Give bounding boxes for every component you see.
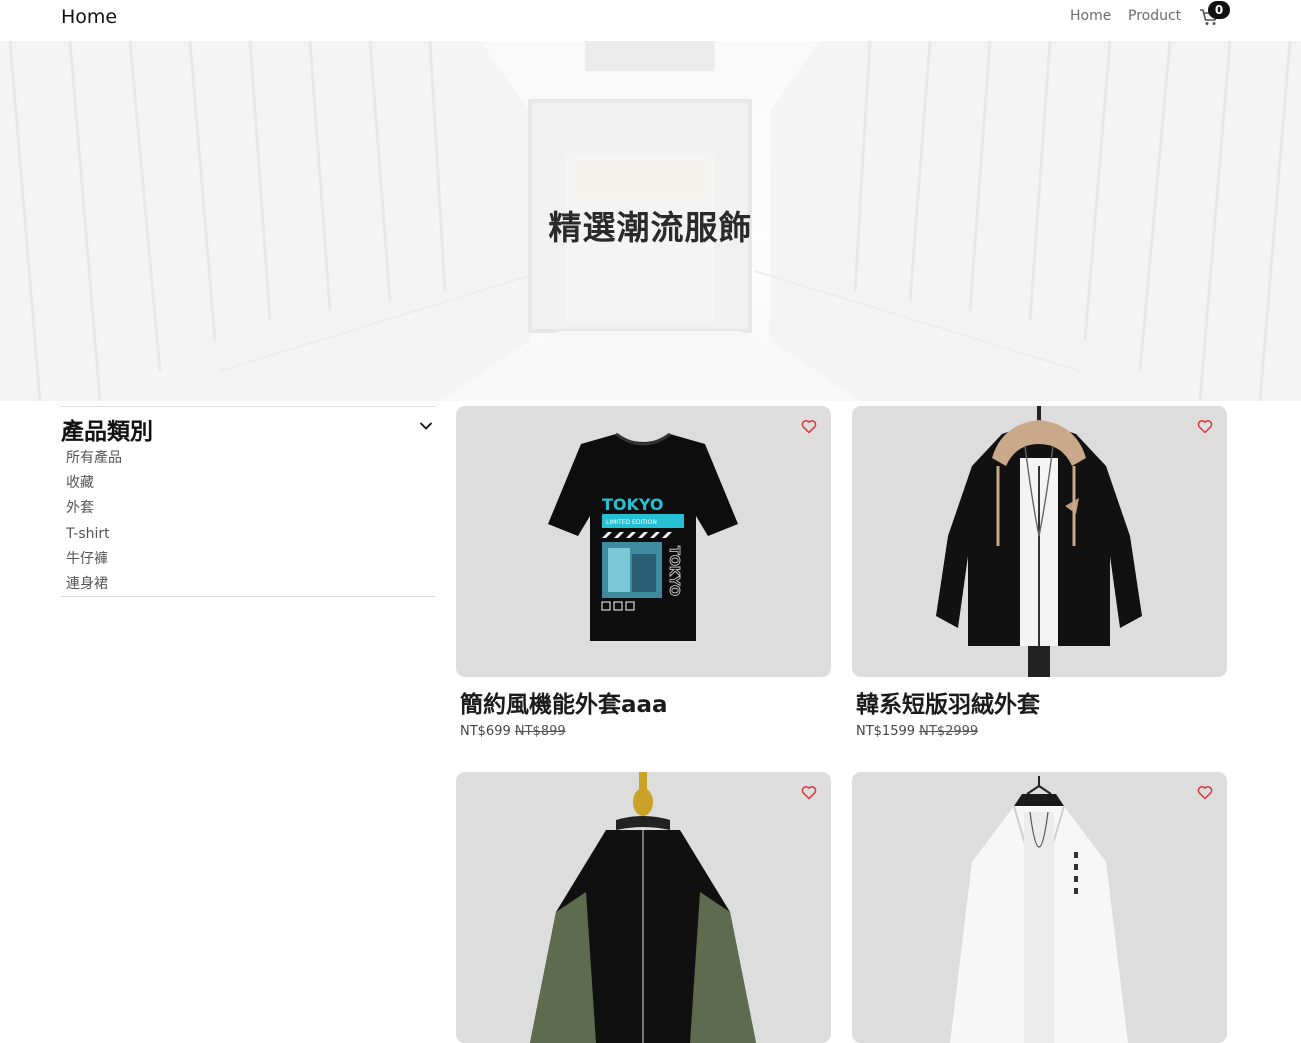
cart-count-badge: 0 bbox=[1208, 1, 1230, 19]
heart-icon[interactable] bbox=[1197, 785, 1213, 800]
product-image[interactable] bbox=[852, 406, 1227, 677]
bomber-jacket-image bbox=[530, 772, 756, 1043]
product-name[interactable]: 韓系短版羽絨外套 bbox=[856, 690, 1227, 720]
category-item-dresses[interactable]: 連身裙 bbox=[66, 575, 122, 600]
hero-title: 精選潮流服飾 bbox=[548, 208, 753, 247]
category-list: 所有產品 收藏 外套 T-shirt 牛仔褲 連身裙 bbox=[66, 449, 122, 600]
tshirt-print-headline: TOKYO bbox=[602, 495, 664, 514]
tshirt-print-vertical: TOKYO bbox=[666, 546, 681, 596]
current-price: NT$699 bbox=[460, 724, 511, 739]
product-image[interactable] bbox=[852, 772, 1227, 1043]
heart-icon[interactable] bbox=[1197, 419, 1213, 434]
category-item-jeans[interactable]: 牛仔褲 bbox=[66, 550, 122, 575]
product-image[interactable]: TOKYO LIMITED EDITION TOKYO bbox=[456, 406, 831, 677]
category-heading: 產品類別 bbox=[61, 419, 153, 445]
hero-banner: 精選潮流服飾 bbox=[0, 41, 1301, 401]
heart-icon[interactable] bbox=[801, 785, 817, 800]
hoodie-jacket-image bbox=[936, 406, 1142, 677]
current-price: NT$1599 bbox=[856, 724, 916, 739]
original-price: NT$899 bbox=[514, 724, 566, 739]
category-item-tshirt[interactable]: T-shirt bbox=[66, 525, 122, 550]
tshirt-image: TOKYO LIMITED EDITION TOKYO bbox=[548, 432, 738, 641]
product-price: NT$699 NT$899 bbox=[460, 723, 831, 741]
tshirt-print-band: LIMITED EDITION bbox=[606, 519, 657, 526]
nav-home-link[interactable]: Home bbox=[1070, 8, 1111, 24]
product-price: NT$1599 NT$2999 bbox=[856, 723, 1227, 741]
product-card[interactable]: 韓系短版羽絨外套 NT$1599 NT$2999 bbox=[852, 406, 1227, 741]
product-card[interactable] bbox=[852, 772, 1227, 1043]
category-sidebar: 產品類別 所有產品 收藏 外套 T-shirt 牛仔褲 連身裙 bbox=[61, 406, 435, 597]
brand-home-link[interactable]: Home bbox=[61, 6, 117, 28]
kimono-jacket-image bbox=[950, 776, 1128, 1043]
chevron-down-icon[interactable] bbox=[419, 419, 433, 433]
product-card[interactable] bbox=[456, 772, 831, 1043]
original-price: NT$2999 bbox=[919, 724, 979, 739]
heart-icon[interactable] bbox=[801, 419, 817, 434]
category-item-favorites[interactable]: 收藏 bbox=[66, 474, 122, 499]
category-item-all[interactable]: 所有產品 bbox=[66, 449, 122, 474]
product-card[interactable]: TOKYO LIMITED EDITION TOKYO 簡約風機能外套aaa N… bbox=[456, 406, 831, 741]
navbar: Home Home Product 0 bbox=[0, 0, 1301, 41]
category-item-jackets[interactable]: 外套 bbox=[66, 499, 122, 524]
product-name[interactable]: 簡約風機能外套aaa bbox=[460, 690, 831, 720]
product-image[interactable] bbox=[456, 772, 831, 1043]
nav-product-link[interactable]: Product bbox=[1128, 8, 1181, 24]
